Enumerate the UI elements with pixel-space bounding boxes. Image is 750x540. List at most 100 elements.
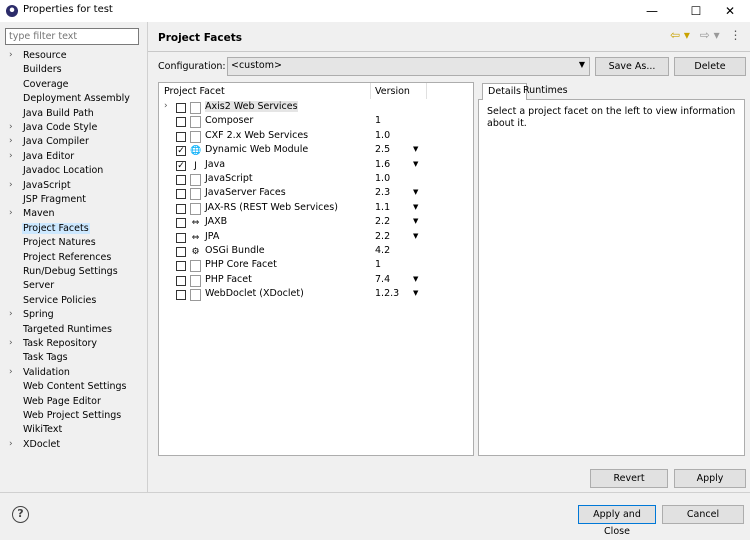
facet-checkbox[interactable] [176,131,186,142]
facet-row[interactable]: JavaServer Faces 2.3 ▼ [162,187,462,201]
chevron-right-icon[interactable]: › [9,122,19,132]
facet-version: 1.0 [375,173,391,184]
chevron-right-icon[interactable]: › [9,309,19,319]
facet-name: Dynamic Web Module [205,144,309,156]
chevron-down-icon[interactable]: ▼ [413,203,418,211]
chevron-down-icon[interactable]: ▼ [413,275,418,283]
sidebar-item-label: Deployment Assembly [23,93,130,105]
facet-version[interactable]: 1.2.3 [375,288,399,299]
facet-version[interactable]: 2.2 [375,216,390,227]
sidebar-item-label: JavaScript [23,179,71,191]
sidebar-item-label: Web Page Editor [23,395,101,407]
chevron-right-icon[interactable]: › [164,101,168,111]
facet-version[interactable]: 1.6 [375,159,390,170]
chevron-down-icon[interactable]: ▼ [413,289,418,297]
document-icon [190,174,201,186]
chevron-down-icon[interactable]: ▼ [413,145,418,153]
filter-input[interactable] [5,28,139,45]
revert-button[interactable]: Revert [590,469,668,488]
chevron-right-icon[interactable]: › [9,208,19,218]
facet-name: JAX-RS (REST Web Services) [205,201,338,213]
facet-version[interactable]: 2.2 [375,231,390,242]
facet-checkbox[interactable] [176,103,186,113]
sidebar-item-label: Coverage [23,78,69,90]
jpa-icon: ⇔ [191,232,200,243]
facet-row[interactable]: ⚙ OSGi Bundle 4.2 [162,245,462,259]
help-icon[interactable]: ? [12,506,29,523]
chevron-right-icon[interactable]: › [9,136,19,146]
chevron-down-icon[interactable]: ▼ [413,217,418,225]
facet-name: JavaScript [205,173,253,184]
sidebar-item-label: Project Natures [23,237,96,249]
facet-checkbox[interactable] [176,175,186,185]
facet-checkbox[interactable] [176,261,186,272]
tab-runtimes[interactable]: Runtimes [518,83,573,100]
sidebar-item-label: Java Code Style [23,122,98,133]
document-icon [190,116,201,129]
facet-name: OSGi Bundle [205,245,265,256]
facet-checkbox[interactable] [176,290,186,301]
facet-row[interactable]: PHP Core Facet 1 [162,259,462,273]
facet-row[interactable]: ⇔ JPA 2.2 ▼ [162,231,462,245]
facet-row[interactable]: JAX-RS (REST Web Services) 1.1 ▼ [162,202,462,216]
back-arrow-icon[interactable]: ⇦ ▾ [670,28,690,42]
chevron-right-icon[interactable]: › [9,50,19,60]
sidebar-item-label: Project References [23,251,112,263]
document-icon [190,289,201,302]
column-header-facet[interactable]: Project Facet [164,86,225,97]
chevron-down-icon[interactable]: ▼ [413,232,418,240]
sidebar-item-label: Builders [23,64,62,76]
configuration-select[interactable]: <custom> ▼ [227,57,590,76]
facet-version[interactable]: 2.3 [375,187,390,198]
facet-row[interactable]: ✓ J Java 1.6 ▼ [162,159,462,173]
facet-checkbox[interactable] [176,275,186,286]
facet-version[interactable]: 2.5 [375,144,390,155]
facet-row[interactable]: Composer 1 [162,115,462,129]
column-separator [370,83,371,99]
apply-button[interactable]: Apply [674,469,746,488]
minimize-button[interactable]: — [632,0,672,22]
facet-row[interactable]: ✓ 🌐 Dynamic Web Module 2.5 ▼ [162,144,462,158]
delete-button[interactable]: Delete [674,57,746,76]
save-as-button[interactable]: Save As... [595,57,669,76]
document-icon [190,274,201,287]
forward-arrow-icon[interactable]: ⇨ ▾ [700,28,720,42]
navigation-controls: ⇦ ▾ ⇨ ▾ ⋮ [670,28,741,42]
facet-checkbox[interactable] [176,117,186,128]
close-button[interactable]: ✕ [710,0,750,22]
facet-name: JPA [205,230,220,242]
facet-row[interactable]: CXF 2.x Web Services 1.0 [162,130,462,144]
facet-checkbox[interactable] [176,232,186,243]
column-header-version[interactable]: Version [375,86,410,97]
chevron-right-icon[interactable]: › [9,338,19,348]
chevron-right-icon[interactable]: › [9,151,19,161]
cancel-button[interactable]: Cancel [662,505,744,524]
facet-checkbox[interactable]: ✓ [176,146,186,157]
facet-name: PHP Facet [205,273,252,285]
chevron-down-icon[interactable]: ▼ [413,188,418,196]
sidebar-item-label: Javadoc Location [23,165,104,177]
chevron-right-icon[interactable]: › [9,367,19,377]
facet-checkbox[interactable] [176,218,186,229]
view-menu-icon[interactable]: ⋮ [729,28,741,42]
facet-row[interactable]: ⇔ JAXB 2.2 ▼ [162,216,462,230]
facet-row[interactable]: › Axis2 Web Services [162,101,462,115]
facet-version[interactable]: 1.1 [375,202,390,213]
chevron-right-icon[interactable]: › [9,439,19,449]
facet-row[interactable]: JavaScript 1.0 [162,173,462,187]
facet-checkbox[interactable]: ✓ [176,160,186,171]
apply-and-close-button[interactable]: Apply and Close [578,505,656,537]
facet-row[interactable]: WebDoclet (XDoclet) 1.2.3 ▼ [162,288,462,302]
facet-checkbox[interactable] [176,189,186,200]
facet-checkbox[interactable] [176,203,186,214]
chevron-right-icon[interactable]: › [9,180,19,190]
facet-version[interactable]: 7.4 [375,274,390,285]
document-icon [190,260,201,273]
facet-checkbox[interactable] [176,247,186,257]
facet-row[interactable]: PHP Facet 7.4 ▼ [162,274,462,288]
window-title: Properties for test [23,4,113,15]
sidebar-item-label: Task Repository [23,338,98,349]
chevron-down-icon[interactable]: ▼ [413,160,418,168]
sidebar-divider[interactable] [147,22,148,492]
sidebar-item-label: Maven [23,208,55,220]
